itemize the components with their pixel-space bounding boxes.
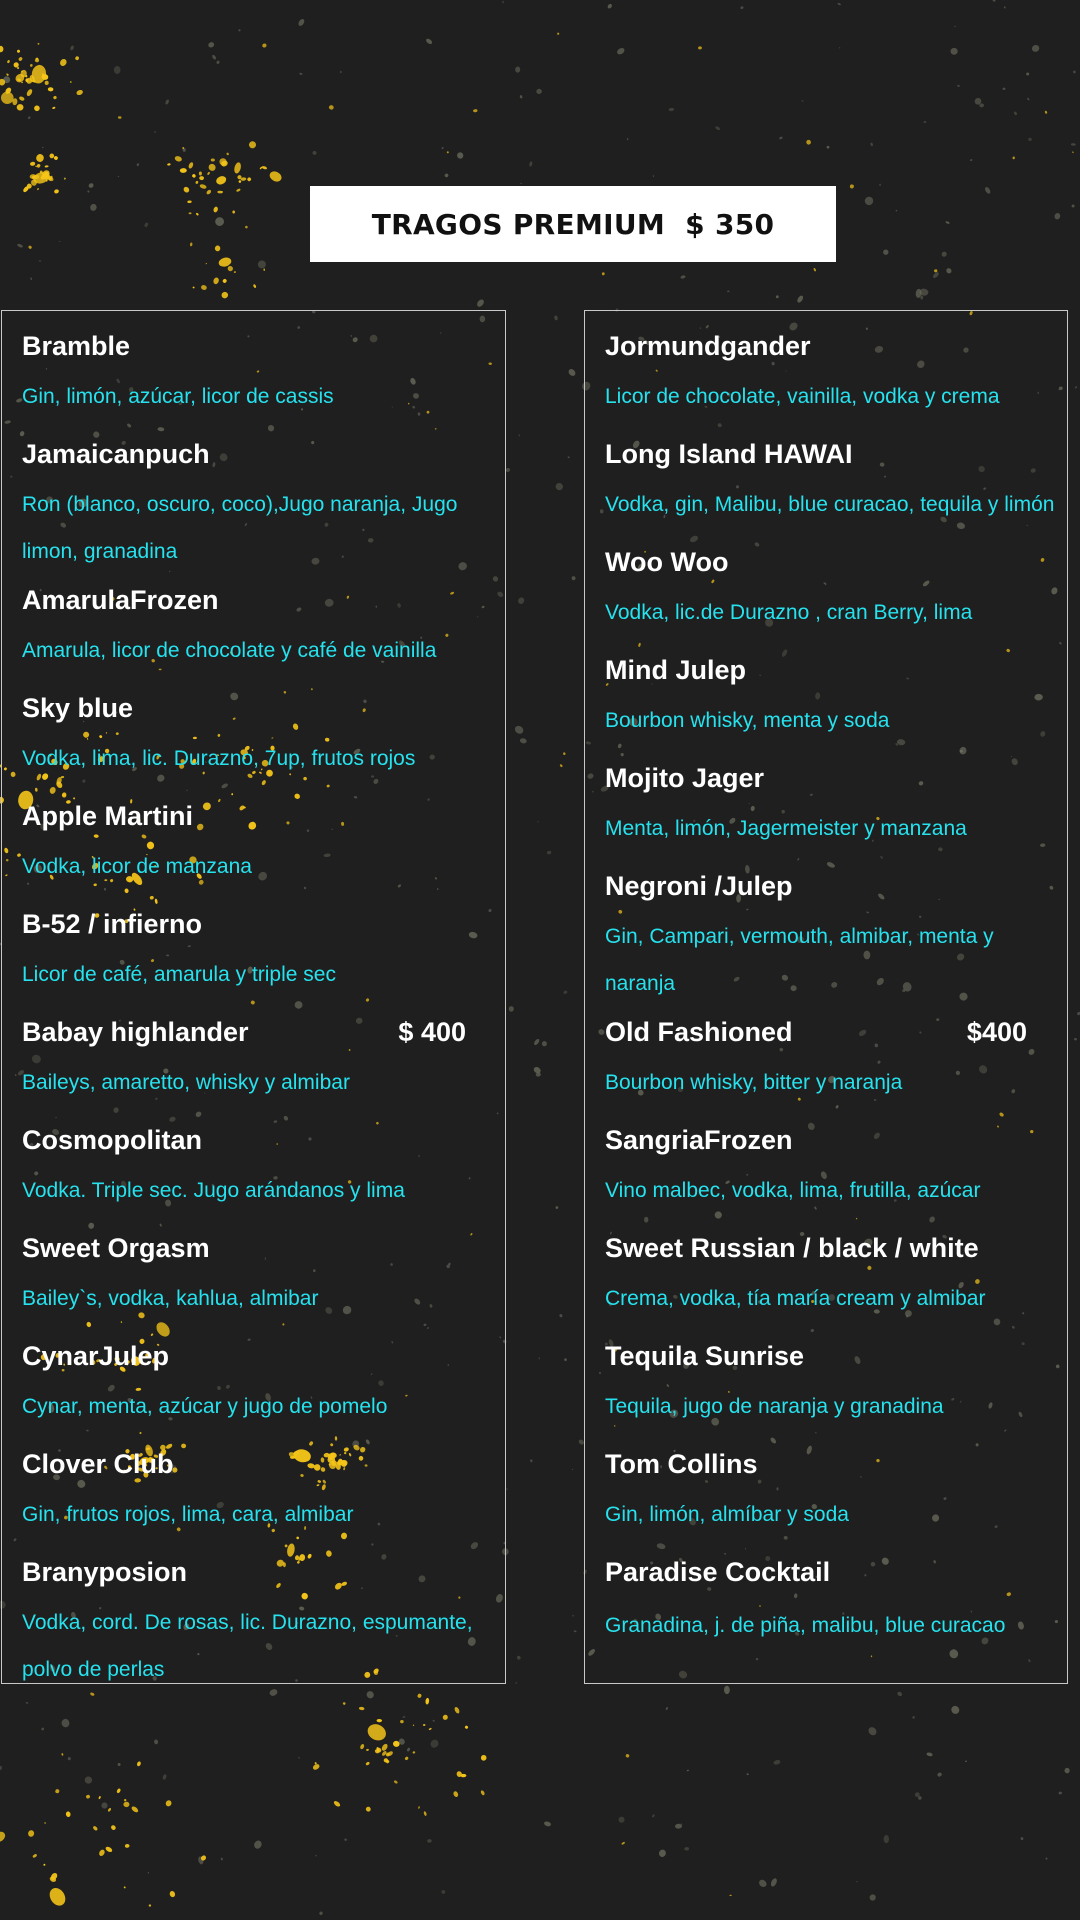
drink-description: Gin, frutos rojos, lima, cara, almibar [22,1503,354,1526]
drink-name: Long Island HAWAI [605,438,853,469]
drink-description: Vodka. Triple sec. Jugo arándanos y lima [22,1179,405,1202]
drink-name: Sky blue [22,692,134,723]
drink-name: Woo Woo [605,546,729,577]
drink-item: B-52 / infierno Licor de café, amarula y… [22,899,505,1007]
drink-item: Sky blue Vodka, lima, lic. Durazno, 7up,… [22,683,505,791]
drink-name: Jormundgander [605,330,811,361]
drink-name: Mind Julep [605,654,746,685]
drink-name: B-52 / infierno [22,908,203,939]
drink-description: Granadina, j. de piña, malibu, blue cura… [605,1614,1006,1637]
drink-name: Negroni /Julep [605,870,793,901]
drink-item: Branyposion Vodka, cord. De rosas, lic. … [22,1547,505,1693]
drink-item: Paradise Cocktail Granadina, j. de piña,… [605,1547,1067,1667]
drink-description: Gin, limón, azúcar, licor de cassis [22,385,334,408]
drink-description: Licor de chocolate, vainilla, vodka y cr… [605,385,1000,408]
drink-item: Babay highlander $ 400 Baileys, amaretto… [22,1007,505,1115]
drink-price: $400 [966,1016,1027,1047]
drink-name: Tequila Sunrise [605,1340,805,1371]
drink-name: Bramble [22,330,131,361]
drink-description: Bailey`s, vodka, kahlua, almibar [22,1287,319,1310]
drink-description: Vino malbec, vodka, lima, frutilla, azúc… [605,1179,981,1202]
drink-name: Babay highlander [22,1016,249,1047]
left-menu-column: Bramble Gin, limón, azúcar, licor de cas… [1,310,506,1684]
drink-description: Tequila, jugo de naranja y granadina [605,1395,944,1418]
drink-description: Bourbon whisky, menta y soda [605,709,890,732]
drink-name: Sweet Orgasm [22,1232,210,1263]
drink-description: Vodka, lima, lic. Durazno, 7up, frutos r… [22,747,416,770]
drink-description: Baileys, amaretto, whisky y almibar [22,1071,350,1094]
drink-item: Bramble Gin, limón, azúcar, licor de cas… [22,321,505,429]
drink-name: CynarJulep [22,1340,170,1371]
drink-description: Vodka, licor de manzana [22,855,252,878]
drink-item: Sweet Orgasm Bailey`s, vodka, kahlua, al… [22,1223,505,1331]
drink-item: Sweet Russian / black / white Crema, vod… [605,1223,1067,1331]
drink-description: Crema, vodka, tía maría cream y almibar [605,1287,986,1310]
title-banner: TRAGOS PREMIUM $ 350 [310,186,836,262]
drink-description: Menta, limón, Jagermeister y manzana [605,817,967,840]
drink-item: Tequila Sunrise Tequila, jugo de naranja… [605,1331,1067,1439]
drink-description: Amarula, licor de chocolate y café de va… [22,639,437,662]
drink-item: Tom Collins Gin, limón, almíbar y soda [605,1439,1067,1547]
drink-name: Sweet Russian / black / white [605,1232,979,1263]
right-menu-column: Jormundgander Licor de chocolate, vainil… [584,310,1068,1684]
drink-description: Cynar, menta, azúcar y jugo de pomelo [22,1395,388,1418]
drink-name: AmarulaFrozen [22,584,219,615]
drink-item: CynarJulep Cynar, menta, azúcar y jugo d… [22,1331,505,1439]
drink-name: Old Fashioned [605,1016,793,1047]
drink-name: Paradise Cocktail [605,1556,831,1587]
drink-description: Ron (blanco, oscuro, coco),Jugo naranja,… [22,493,458,563]
drink-item: AmarulaFrozen Amarula, licor de chocolat… [22,575,505,683]
drink-item: Mind Julep Bourbon whisky, menta y soda [605,645,1067,753]
drink-description: Bourbon whisky, bitter y naranja [605,1071,903,1094]
drink-description: Vodka, lic.de Durazno , cran Berry, lima [605,601,973,624]
drink-item: Old Fashioned $400 Bourbon whisky, bitte… [605,1007,1067,1115]
drink-price: $ 400 [398,1016,466,1047]
drink-item: Cosmopolitan Vodka. Triple sec. Jugo ará… [22,1115,505,1223]
drink-name: SangriaFrozen [605,1124,793,1155]
drink-name: Tom Collins [605,1448,758,1479]
drink-item: Woo Woo Vodka, lic.de Durazno , cran Ber… [605,537,1067,645]
drink-description: Licor de café, amarula y triple sec [22,963,336,986]
drink-description: Gin, limón, almíbar y soda [605,1503,849,1526]
drink-name: Clover Club [22,1448,174,1479]
drink-item: Negroni /Julep Gin, Campari, vermouth, a… [605,861,1067,1007]
drink-name: Jamaicanpuch [22,438,210,469]
drink-item: Long Island HAWAI Vodka, gin, Malibu, bl… [605,429,1067,537]
drink-item: SangriaFrozen Vino malbec, vodka, lima, … [605,1115,1067,1223]
drink-name: Mojito Jager [605,762,765,793]
drink-item: Clover Club Gin, frutos rojos, lima, car… [22,1439,505,1547]
drink-description: Vodka, gin, Malibu, blue curacao, tequil… [605,493,1055,516]
drink-description: Vodka, cord. De rosas, lic. Durazno, esp… [22,1611,473,1681]
drink-name: Branyposion [22,1556,188,1587]
drink-item: Mojito Jager Menta, limón, Jagermeister … [605,753,1067,861]
drink-item: Jamaicanpuch Ron (blanco, oscuro, coco),… [22,429,505,575]
drink-item: Apple Martini Vodka, licor de manzana [22,791,505,899]
drink-name: Apple Martini [22,800,194,831]
menu-title: TRAGOS PREMIUM $ 350 [371,207,775,241]
drink-description: Gin, Campari, vermouth, almibar, menta y… [605,925,994,995]
drink-item: Jormundgander Licor de chocolate, vainil… [605,321,1067,429]
drink-name: Cosmopolitan [22,1124,202,1155]
